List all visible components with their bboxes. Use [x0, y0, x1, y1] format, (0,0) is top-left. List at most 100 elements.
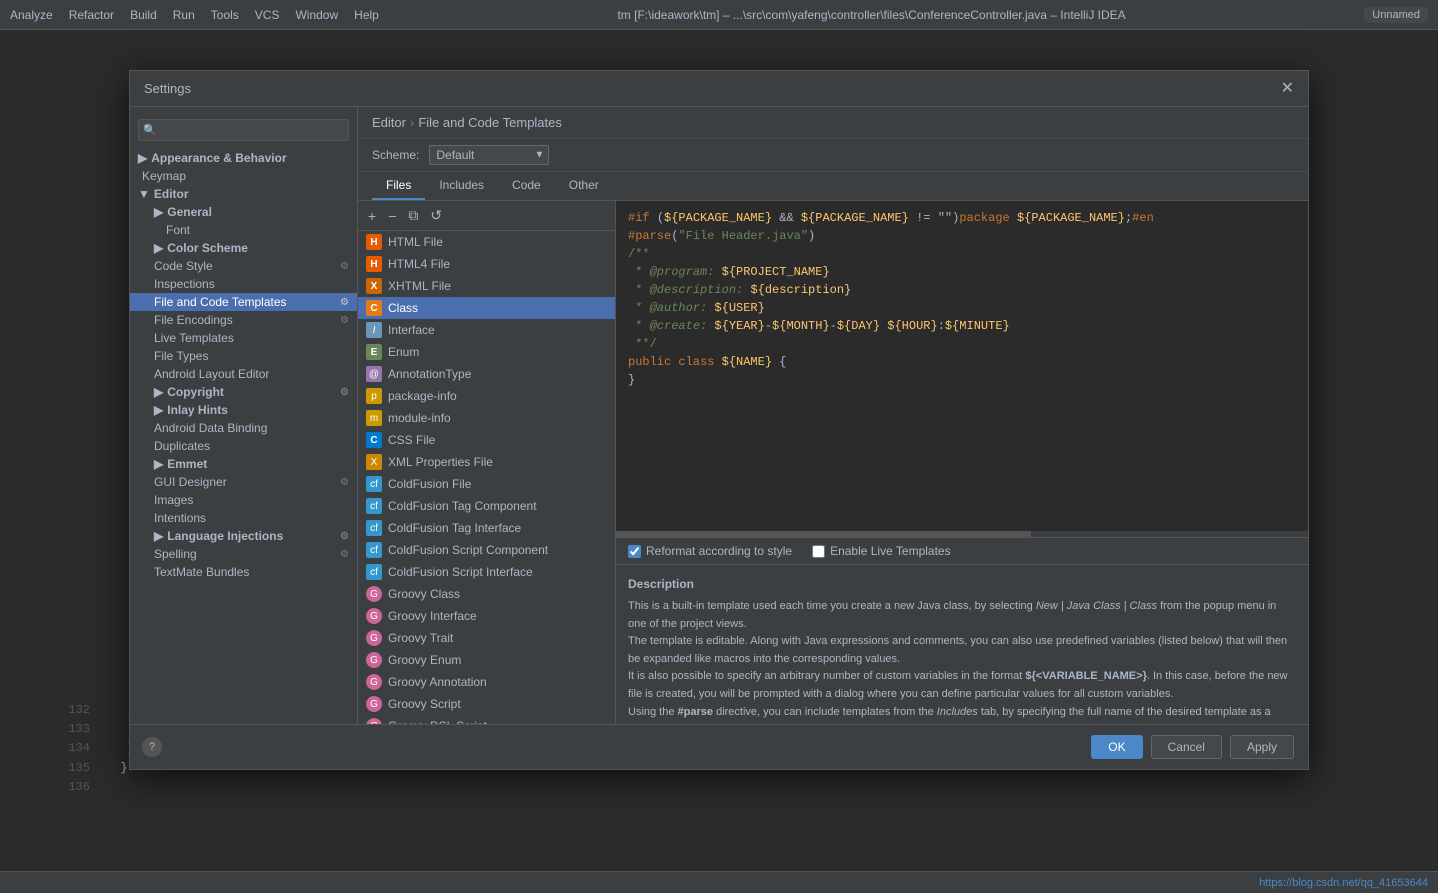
sidebar-item-inlay-hints[interactable]: ▶ Inlay Hints [130, 401, 357, 419]
scheme-select[interactable]: Default Project [429, 145, 549, 165]
sidebar-label: File and Code Templates [154, 295, 287, 309]
file-item-label: Groovy Script [388, 697, 461, 711]
tab-code[interactable]: Code [498, 172, 555, 200]
sidebar-label: TextMate Bundles [154, 565, 249, 579]
file-item-label: package-info [388, 389, 457, 403]
menu-help[interactable]: Help [354, 8, 379, 22]
file-item-groovy-trait[interactable]: G Groovy Trait [358, 627, 615, 649]
dialog-footer: OK Cancel Apply [130, 724, 1308, 769]
sidebar-item-code-style[interactable]: Code Style ⚙ [130, 257, 357, 275]
file-item-module-info[interactable]: m module-info [358, 407, 615, 429]
live-templates-checkbox-label[interactable]: Enable Live Templates [812, 544, 951, 558]
apply-button[interactable]: Apply [1230, 735, 1294, 759]
breadcrumb-separator: › [410, 115, 414, 130]
sidebar-item-file-types[interactable]: File Types [130, 347, 357, 365]
file-item-html[interactable]: H HTML File [358, 231, 615, 253]
description-text: This is a built-in template used each ti… [628, 598, 1296, 724]
sidebar-item-android-data-binding[interactable]: Android Data Binding [130, 419, 357, 437]
file-item-cf-script-comp[interactable]: cf ColdFusion Script Component [358, 539, 615, 561]
settings-icon: ⚙ [340, 549, 349, 560]
file-item-css[interactable]: C CSS File [358, 429, 615, 451]
add-template-button[interactable]: + [364, 206, 380, 226]
code-line-5: * @description: ${description} [628, 281, 1296, 299]
arrow-right-icon: ▶ [154, 385, 163, 399]
breadcrumb-editor: Editor [372, 115, 406, 130]
menu-vcs[interactable]: VCS [255, 8, 280, 22]
sidebar-item-inspections[interactable]: Inspections [130, 275, 357, 293]
sidebar-label: Language Injections [167, 529, 283, 543]
search-input[interactable] [138, 119, 349, 141]
sidebar-item-live-templates[interactable]: Live Templates [130, 329, 357, 347]
file-item-groovy-script[interactable]: G Groovy Script [358, 693, 615, 715]
file-item-xml-props[interactable]: X XML Properties File [358, 451, 615, 473]
menu-bar[interactable]: Analyze Refactor Build Run Tools VCS Win… [10, 8, 379, 22]
status-bar: https://blog.csdn.net/qq_41653644 [0, 871, 1438, 893]
tab-other[interactable]: Other [555, 172, 613, 200]
menu-build[interactable]: Build [130, 8, 157, 22]
file-item-groovy-dsl[interactable]: G Groovy DSL Script [358, 715, 615, 724]
file-item-annotation[interactable]: @ AnnotationType [358, 363, 615, 385]
remove-template-button[interactable]: − [384, 206, 400, 226]
sidebar-item-general[interactable]: ▶ General [130, 203, 357, 221]
reformat-checkbox-label[interactable]: Reformat according to style [628, 544, 792, 558]
reset-template-button[interactable]: ↺ [426, 205, 446, 226]
sidebar-item-font[interactable]: Font [130, 221, 357, 239]
sidebar-item-images[interactable]: Images [130, 491, 357, 509]
menu-analyze[interactable]: Analyze [10, 8, 53, 22]
menu-run[interactable]: Run [173, 8, 195, 22]
run-config-label: Unnamed [1364, 7, 1428, 23]
file-item-html4[interactable]: H HTML4 File [358, 253, 615, 275]
sidebar-item-appearance[interactable]: ▶ Appearance & Behavior [130, 149, 357, 167]
pkg-file-icon: p [366, 388, 382, 404]
sidebar-item-gui-designer[interactable]: GUI Designer ⚙ [130, 473, 357, 491]
sidebar-item-duplicates[interactable]: Duplicates [130, 437, 357, 455]
sidebar-item-intentions[interactable]: Intentions [130, 509, 357, 527]
sidebar-item-copyright[interactable]: ▶ Copyright ⚙ [130, 383, 357, 401]
file-item-cf-script-iface[interactable]: cf ColdFusion Script Interface [358, 561, 615, 583]
dialog-body: 🔍 ▶ Appearance & Behavior Keymap ▼ Edito… [130, 107, 1308, 724]
tab-files[interactable]: Files [372, 172, 425, 200]
copy-template-button[interactable]: ⧉ [404, 205, 422, 226]
reformat-checkbox[interactable] [628, 545, 641, 558]
sidebar-item-language-injections[interactable]: ▶ Language Injections ⚙ [130, 527, 357, 545]
live-templates-checkbox[interactable] [812, 545, 825, 558]
file-item-groovy-anno[interactable]: G Groovy Annotation [358, 671, 615, 693]
file-item-label: Groovy Trait [388, 631, 453, 645]
menu-refactor[interactable]: Refactor [69, 8, 114, 22]
groovy-class-icon: G [366, 586, 382, 602]
xhtml-file-icon: X [366, 278, 382, 294]
file-item-label: ColdFusion File [388, 477, 471, 491]
cancel-button[interactable]: Cancel [1151, 735, 1222, 759]
code-editor[interactable]: #if (${PACKAGE_NAME} && ${PACKAGE_NAME} … [616, 201, 1308, 531]
ok-button[interactable]: OK [1091, 735, 1142, 759]
dialog-close-button[interactable]: ✕ [1281, 81, 1294, 97]
sidebar-item-emmet[interactable]: ▶ Emmet [130, 455, 357, 473]
file-item-xhtml[interactable]: X XHTML File [358, 275, 615, 297]
sidebar-item-textmate[interactable]: TextMate Bundles [130, 563, 357, 581]
file-item-coldfusion[interactable]: cf ColdFusion File [358, 473, 615, 495]
sidebar-item-file-encodings[interactable]: File Encodings ⚙ [130, 311, 357, 329]
file-item-enum[interactable]: E Enum [358, 341, 615, 363]
file-item-class[interactable]: C Class [358, 297, 615, 319]
file-item-cf-tag-comp[interactable]: cf ColdFusion Tag Component [358, 495, 615, 517]
window-controls[interactable]: Unnamed [1364, 7, 1428, 23]
sidebar-item-spelling[interactable]: Spelling ⚙ [130, 545, 357, 563]
sidebar-item-android-layout[interactable]: Android Layout Editor [130, 365, 357, 383]
file-item-groovy-enum[interactable]: G Groovy Enum [358, 649, 615, 671]
sidebar-item-file-code-templates[interactable]: File and Code Templates ⚙ [130, 293, 357, 311]
sidebar-item-keymap[interactable]: Keymap [130, 167, 357, 185]
sidebar-search-container: 🔍 [138, 119, 349, 141]
tab-includes[interactable]: Includes [425, 172, 498, 200]
file-item-groovy-iface[interactable]: G Groovy Interface [358, 605, 615, 627]
file-item-interface[interactable]: I Interface [358, 319, 615, 341]
breadcrumb-current: File and Code Templates [418, 115, 562, 130]
file-item-cf-tag-iface[interactable]: cf ColdFusion Tag Interface [358, 517, 615, 539]
file-item-groovy-class[interactable]: G Groovy Class [358, 583, 615, 605]
menu-window[interactable]: Window [295, 8, 338, 22]
dialog-title: Settings [144, 81, 1281, 96]
sidebar-item-editor[interactable]: ▼ Editor [130, 185, 357, 203]
sidebar-item-color-scheme[interactable]: ▶ Color Scheme [130, 239, 357, 257]
groovy-iface-icon: G [366, 608, 382, 624]
file-item-package-info[interactable]: p package-info [358, 385, 615, 407]
menu-tools[interactable]: Tools [211, 8, 239, 22]
